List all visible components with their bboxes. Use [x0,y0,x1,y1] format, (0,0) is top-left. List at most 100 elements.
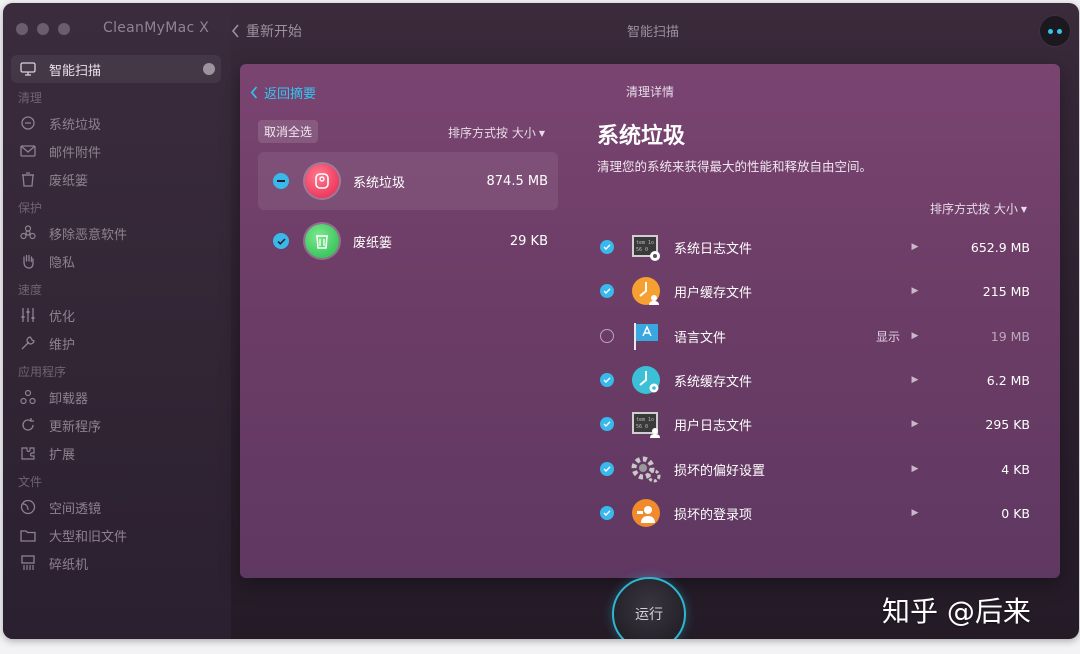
sidebar-item-label: 空间透镜 [49,501,102,517]
file-row[interactable]: 损坏的登录项 ▶ 0 KB [600,491,1030,535]
sidebar-item-label: 更新程序 [49,419,102,435]
disclosure-triangle-icon[interactable]: ▶ [900,286,930,296]
scan-status-dot [203,63,215,75]
sidebar-item[interactable]: 智能扫描 [11,55,221,83]
header-title: 智能扫描 [626,25,679,40]
watermark: 知乎 @后来 [882,595,1031,628]
sidebar-item-label: 废纸篓 [49,173,89,189]
disclosure-triangle-icon[interactable]: ▶ [900,464,930,474]
sidebar-item[interactable]: 维护 [3,329,231,357]
sidebar-item[interactable]: 邮件附件 [3,137,231,165]
checkmark-icon[interactable] [600,284,614,298]
shredder-icon [19,554,37,572]
checkmark-icon[interactable] [600,462,614,476]
zoom-window-button[interactable] [58,23,70,35]
category-row[interactable]: 系统垃圾 874.5 MB [258,152,558,210]
sidebar-item-label: 移除恶意软件 [49,227,128,243]
file-label: 损坏的登录项 [674,507,753,523]
chevron-left-icon [231,24,239,38]
run-button[interactable]: 运行 [612,577,686,639]
disclosure-triangle-icon[interactable]: ▶ [900,331,930,341]
sidebar-section-label: 文件 [18,475,43,489]
file-row[interactable]: tem 1o 56 0 系统日志文件 ▶ 652.9 MB [600,225,1030,269]
checkmark-icon[interactable] [600,506,614,520]
log-user-icon: tem 1o 56 0 [630,408,662,440]
category-row[interactable]: 废纸篓 29 KB [258,212,558,270]
biohazard-icon [19,224,37,242]
caret-down-icon: ▼ [538,129,545,138]
sidebar-item-label: 卸载器 [49,391,89,407]
deselect-all-button[interactable]: 取消全选 [258,120,319,143]
file-label: 用户日志文件 [674,418,753,434]
sidebar-item[interactable]: 卸载器 [3,383,231,411]
caret-down-icon: ▼ [1020,205,1027,214]
traffic-lights [16,23,70,35]
sidebar-item[interactable]: 扩展 [3,439,231,467]
show-link[interactable]: 显示 [854,328,900,345]
chevron-left-icon [250,86,258,99]
section-title: 系统垃圾 [597,124,686,149]
svg-text:tem 1o: tem 1o [636,417,654,423]
log-gear-icon: tem 1o 56 0 [630,231,662,263]
sliders-icon [19,306,37,324]
disclosure-triangle-icon[interactable]: ▶ [900,375,930,385]
file-row[interactable]: 损坏的偏好设置 ▶ 4 KB [600,447,1030,491]
uninstaller-icon [19,388,37,406]
minimize-window-button[interactable] [37,23,49,35]
file-row[interactable]: 用户缓存文件 ▶ 215 MB [600,269,1030,313]
sidebar-item[interactable]: 碎纸机 [3,549,231,577]
file-row[interactable]: tem 1o 56 0 用户日志文件 ▶ 295 KB [600,402,1030,446]
checkmark-icon[interactable] [273,233,289,249]
disclosure-triangle-icon[interactable]: ▶ [900,242,930,252]
section-description: 清理您的系统来获得最大的性能和释放自由空间。 [597,159,873,174]
sidebar-item-label: 邮件附件 [49,145,102,161]
sidebar-item[interactable]: 空间透镜 [3,493,231,521]
checkmark-icon[interactable] [600,240,614,254]
panel-title: 清理详情 [625,85,674,99]
sidebar-item-label: 系统垃圾 [49,117,102,133]
disclosure-triangle-icon[interactable]: ▶ [900,508,930,518]
back-to-summary-label: 返回摘要 [264,87,317,102]
sidebar-item[interactable]: 优化 [3,301,231,329]
assistant-icon[interactable] [1039,15,1071,47]
svg-text:56 0: 56 0 [636,247,648,253]
category-label: 废纸篓 [353,235,393,251]
trash-bin-icon [305,224,339,258]
sidebar-nav: 智能扫描 清理 系统垃圾 邮件附件 废纸篓 保护 移除恶意软件 隐私 速度 优化 维护 应用程序 卸载器… [3,55,231,577]
file-size: 0 KB [1001,505,1030,521]
extension-icon [19,444,37,462]
trash-icon [19,170,37,188]
sidebar-item[interactable]: 移除恶意软件 [3,219,231,247]
svg-text:tem 1o: tem 1o [636,240,654,246]
app-title: CleanMyMac X [103,20,210,36]
sidebar-item[interactable]: 更新程序 [3,411,231,439]
mail-icon [19,142,37,160]
file-label: 损坏的偏好设置 [674,463,766,479]
sidebar-item-label: 扩展 [49,447,76,463]
sidebar-item[interactable]: 废纸篓 [3,165,231,193]
sidebar-item-label: 大型和旧文件 [49,529,128,545]
back-to-summary-button[interactable]: 返回摘要 [250,83,316,102]
restart-button[interactable]: 重新开始 [231,21,302,41]
sidebar-item-label: 维护 [49,337,76,353]
sidebar-item[interactable]: 大型和旧文件 [3,521,231,549]
unchecked-circle-icon[interactable] [600,329,614,343]
folder-icon [19,526,37,544]
checkmark-icon[interactable] [600,373,614,387]
file-row[interactable]: 系统缓存文件 ▶ 6.2 MB [600,358,1030,402]
category-size: 874.5 MB [486,173,548,189]
checkmark-icon[interactable] [600,417,614,431]
sidebar-item-label: 隐私 [49,255,76,271]
files-sort-dropdown[interactable]: 排序方式按 大小 ▼ [930,200,1027,217]
sidebar-item[interactable]: 系统垃圾 [3,109,231,137]
file-row[interactable]: 语言文件 显示 ▶ 19 MB [600,314,1030,358]
sidebar-item[interactable]: 隐私 [3,247,231,275]
close-window-button[interactable] [16,23,28,35]
user-cache-icon [630,275,662,307]
cleanup-details-panel: 返回摘要 清理详情 取消全选 排序方式按 大小 ▼ 系统垃圾 874.5 MB 废纸篓… [240,64,1060,578]
category-label: 系统垃圾 [353,175,406,191]
partial-check-icon[interactable] [273,173,289,189]
broom-icon [19,114,37,132]
disclosure-triangle-icon[interactable]: ▶ [900,419,930,429]
category-sort-dropdown[interactable]: 排序方式按 大小 ▼ [448,124,545,141]
